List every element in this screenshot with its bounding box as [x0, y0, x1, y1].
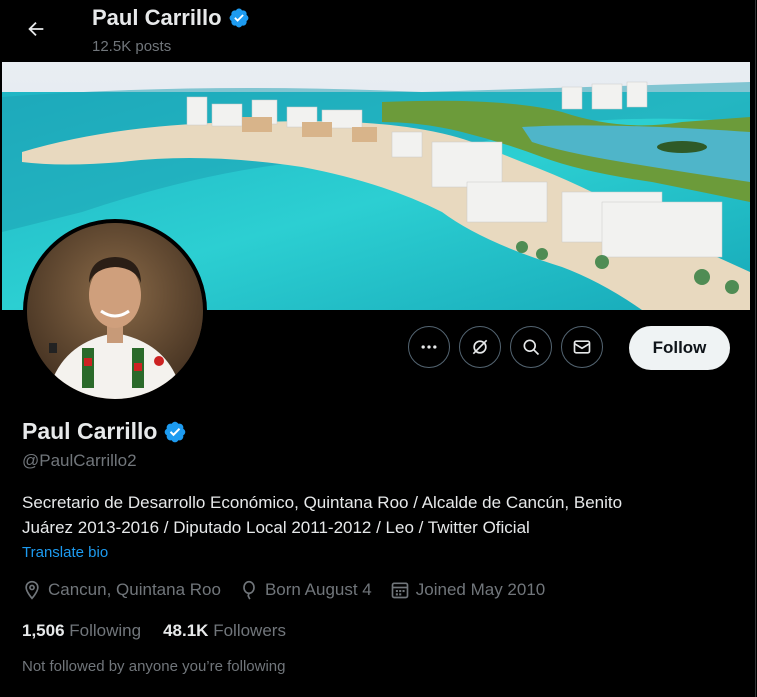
profile-handle: @PaulCarrillo2 [22, 451, 137, 470]
location-text: Cancun, Quintana Roo [48, 580, 221, 599]
following-label: Following [69, 621, 142, 640]
profile-meta: Cancun, Quintana Roo Born August 4 Joine… [22, 580, 563, 600]
back-arrow-icon [28, 21, 44, 37]
post-count: 12.5K posts [92, 38, 172, 55]
follow-button[interactable]: Follow [629, 326, 730, 370]
born-item: Born August 4 [239, 580, 372, 600]
verified-badge-icon[interactable] [163, 420, 187, 444]
message-button[interactable] [561, 326, 603, 368]
calendar-icon [391, 582, 409, 599]
grok-icon [472, 339, 488, 355]
followers-count: 48.1K [163, 621, 209, 640]
search-icon [523, 339, 540, 356]
bio-line: Juárez 2013-2016 / Diputado Local 2011-2… [22, 518, 530, 537]
translate-bio-link[interactable]: Translate bio [22, 544, 108, 561]
more-icon [421, 345, 437, 349]
grok-button[interactable] [459, 326, 501, 368]
profile-page: Paul Carrillo 12.5K posts Follow Paul Ca… [0, 0, 756, 697]
back-button[interactable] [20, 13, 52, 45]
balloon-icon [243, 580, 255, 600]
follow-stats: 1,506 Following 48.1K Followers [22, 621, 308, 641]
search-button[interactable] [510, 326, 552, 368]
joined-text: Joined May 2010 [415, 580, 546, 599]
avatar-photo [27, 223, 203, 399]
top-header: Paul Carrillo 12.5K posts [0, 0, 755, 62]
profile-name: Paul Carrillo [22, 418, 187, 445]
profile-display-name: Paul Carrillo [22, 418, 158, 444]
joined-item: Joined May 2010 [390, 580, 545, 600]
profile-avatar[interactable] [23, 219, 207, 403]
header-title: Paul Carrillo [92, 5, 250, 31]
following-count: 1,506 [22, 621, 65, 640]
location-icon [25, 580, 39, 600]
following-link[interactable]: 1,506 Following [22, 621, 141, 641]
location-item: Cancun, Quintana Roo [22, 580, 221, 600]
header-name: Paul Carrillo [92, 5, 222, 30]
profile-bio: Secretario de Desarrollo Económico, Quin… [22, 490, 732, 540]
not-followed-note: Not followed by anyone you’re following [22, 658, 286, 675]
more-button[interactable] [408, 326, 450, 368]
followers-link[interactable]: 48.1K Followers [163, 621, 286, 641]
bio-line: Secretario de Desarrollo Económico, Quin… [22, 493, 623, 512]
followers-label: Followers [213, 621, 286, 640]
verified-badge-icon [229, 8, 249, 28]
profile-actions [408, 326, 603, 368]
mail-icon [573, 340, 591, 354]
born-text: Born August 4 [264, 580, 372, 599]
